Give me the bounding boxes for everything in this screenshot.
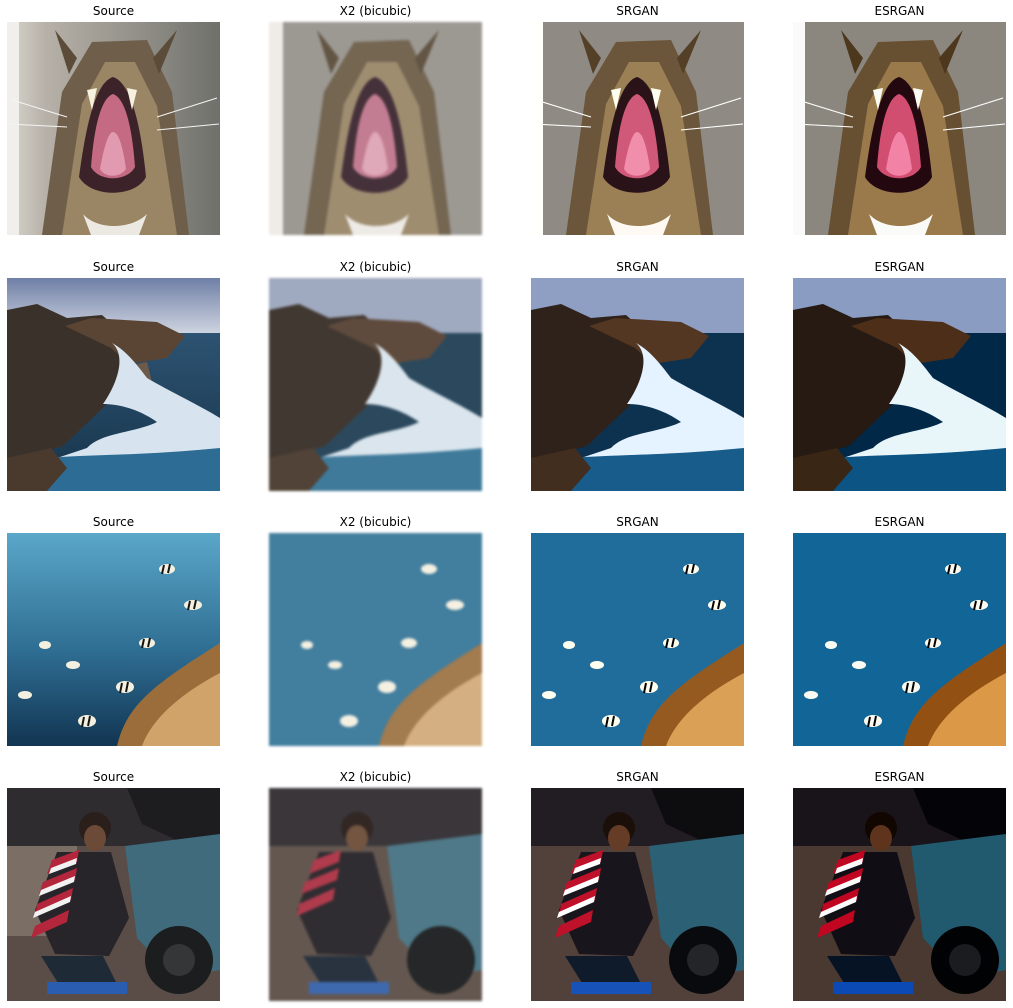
panel-title: SRGAN [616, 515, 659, 529]
sea-rocks-image [531, 278, 744, 491]
fish-reef-image [793, 533, 1006, 746]
cat-image [7, 22, 220, 235]
man-scooter-image [531, 788, 744, 1001]
man-scooter-picture [7, 788, 220, 1001]
man-scooter-image [269, 788, 482, 1001]
panel-title: ESRGAN [874, 515, 925, 529]
panel-title: Source [92, 4, 135, 18]
comparison-figure: Source X2 (bicubic) SRGAN ESRGAN Source … [0, 0, 1013, 1008]
cat-picture [7, 22, 220, 235]
panel-title: Source [92, 515, 135, 529]
panel-title: SRGAN [616, 770, 659, 784]
man-scooter-picture [269, 788, 482, 1001]
panel-title: X2 (bicubic) [339, 515, 412, 529]
man-scooter-picture [793, 788, 1006, 1001]
man-scooter-picture [531, 788, 744, 1001]
sea-rocks-picture [269, 278, 482, 491]
panel-title: X2 (bicubic) [339, 4, 412, 18]
panel-title: ESRGAN [874, 4, 925, 18]
cat-picture [269, 22, 482, 235]
sea-rocks-picture [531, 278, 744, 491]
fish-reef-picture [269, 533, 482, 746]
fish-reef-picture [7, 533, 220, 746]
fish-reef-picture [793, 533, 1006, 746]
man-scooter-image [7, 788, 220, 1001]
cat-picture [793, 22, 1006, 235]
fish-reef-image [7, 533, 220, 746]
panel-title: ESRGAN [874, 260, 925, 274]
fish-reef-image [269, 533, 482, 746]
sea-rocks-image [7, 278, 220, 491]
man-scooter-image [793, 788, 1006, 1001]
panel-title: SRGAN [616, 260, 659, 274]
cat-image [793, 22, 1006, 235]
sea-rocks-picture [7, 278, 220, 491]
panel-title: X2 (bicubic) [339, 770, 412, 784]
panel-title: SRGAN [616, 4, 659, 18]
sea-rocks-picture [793, 278, 1006, 491]
sea-rocks-image [793, 278, 1006, 491]
panel-title: X2 (bicubic) [339, 260, 412, 274]
cat-picture [531, 22, 744, 235]
fish-reef-image [531, 533, 744, 746]
panel-title: Source [92, 770, 135, 784]
panel-title: ESRGAN [874, 770, 925, 784]
cat-image [531, 22, 744, 235]
fish-reef-picture [531, 533, 744, 746]
cat-image [269, 22, 482, 235]
panel-title: Source [92, 260, 135, 274]
sea-rocks-image [269, 278, 482, 491]
